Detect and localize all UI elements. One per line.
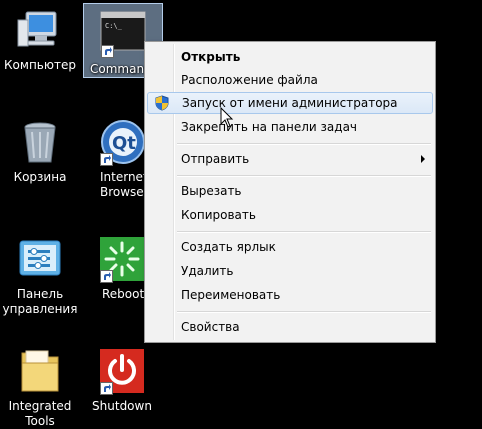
shutdown-icon: [98, 347, 146, 395]
menu-item-copy[interactable]: Копировать: [147, 204, 433, 226]
menu-item-create-shortcut[interactable]: Создать ярлык: [147, 236, 433, 258]
recycle-bin-icon: [16, 118, 64, 166]
desktop-icon-integrated-tools[interactable]: Integrated Tools: [0, 347, 80, 429]
mouse-pointer-icon: [220, 106, 234, 133]
menu-separator: [177, 175, 431, 177]
uac-shield-icon: [154, 95, 170, 111]
menu-item-send-to[interactable]: Отправить: [147, 148, 433, 170]
menu-item-cut[interactable]: Вырезать: [147, 180, 433, 202]
menu-separator: [177, 143, 431, 145]
menu-item-open[interactable]: Открыть: [147, 46, 433, 68]
menu-item-run-as-admin[interactable]: Запуск от имени администратора: [147, 92, 433, 114]
shortcut-arrow-icon: [100, 382, 113, 395]
folder-icon: [16, 347, 64, 395]
svg-text:Qt: Qt: [112, 133, 136, 154]
desktop-icon-label: Компьютер: [4, 58, 76, 72]
desktop-icon-label: Корзина: [13, 170, 67, 184]
quicktime-browser-icon: Qt: [98, 118, 146, 166]
menu-item-file-location[interactable]: Расположение файла: [147, 69, 433, 91]
menu-separator: [177, 311, 431, 313]
menu-item-label: Запуск от имени администратора: [182, 96, 398, 110]
desktop-icon-label: Shutdown: [92, 399, 152, 413]
computer-icon: [16, 6, 64, 54]
reboot-icon: [98, 235, 146, 283]
shortcut-arrow-icon: [100, 270, 113, 283]
desktop-icon-shutdown[interactable]: Shutdown: [82, 347, 162, 414]
desktop-icon-label: Integrated Tools: [8, 399, 72, 428]
desktop-icon-label: Панель управления: [2, 287, 78, 316]
control-panel-icon: [16, 235, 64, 283]
desktop-icon-computer[interactable]: Компьютер: [0, 6, 80, 73]
menu-item-rename[interactable]: Переименовать: [147, 284, 433, 306]
shortcut-arrow-icon: [100, 153, 113, 166]
menu-item-pin-taskbar[interactable]: Закрепить на панели задач: [147, 116, 433, 138]
menu-item-label: Отправить: [181, 152, 250, 166]
shortcut-arrow-icon: [101, 45, 114, 58]
desktop-icon-recycle-bin[interactable]: Корзина: [0, 118, 80, 185]
submenu-arrow-icon: [421, 155, 425, 163]
svg-text:C:\_: C:\_: [105, 22, 123, 30]
menu-item-delete[interactable]: Удалить: [147, 260, 433, 282]
context-menu: Открыть Расположение файла Запуск от име…: [144, 41, 436, 343]
command-prompt-icon: C:\_: [99, 10, 147, 58]
menu-item-properties[interactable]: Свойства: [147, 316, 433, 338]
desktop-icon-control-panel[interactable]: Панель управления: [0, 235, 80, 317]
menu-separator: [177, 231, 431, 233]
